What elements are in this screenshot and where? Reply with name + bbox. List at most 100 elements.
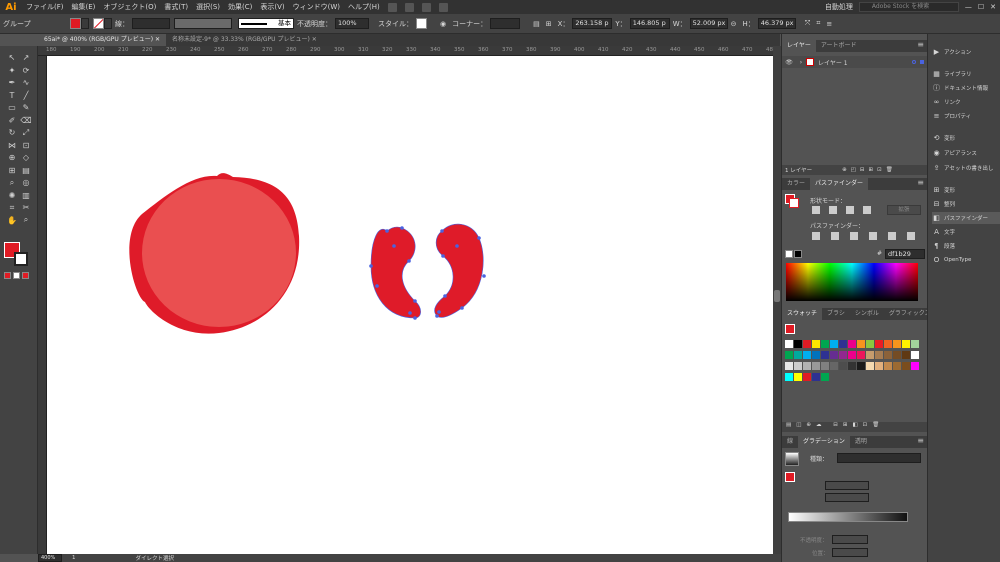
- menu-item[interactable]: ヘルプ(H): [344, 2, 384, 12]
- menu-item[interactable]: 編集(E): [68, 2, 100, 12]
- dock-item-11[interactable]: A 文字: [932, 226, 955, 238]
- brush-definition[interactable]: 基本: [238, 18, 294, 29]
- pen-tool-icon[interactable]: ✒: [6, 77, 18, 88]
- anchor-point[interactable]: [455, 244, 459, 248]
- tab-pathfinder[interactable]: パスファインダー: [810, 178, 869, 190]
- swatch[interactable]: [812, 373, 820, 381]
- swatch[interactable]: [785, 373, 793, 381]
- gradient-preview[interactable]: [785, 452, 799, 466]
- horizontal-ruler[interactable]: 180 190 200 210 220 230 240 250 260 270 280 290 300 3…: [38, 46, 773, 56]
- rectangle-tool-icon[interactable]: ▭: [6, 102, 18, 113]
- symbol-sprayer-tool-icon[interactable]: ✺: [6, 190, 18, 201]
- eraser-tool-icon[interactable]: ⌫: [20, 115, 32, 126]
- swatches-footer-icons[interactable]: ▤◫⊕☁ ⊟⊞◧⊡🗑: [782, 422, 928, 432]
- swatch[interactable]: [794, 373, 802, 381]
- swatch-fill-indicator[interactable]: [785, 324, 795, 334]
- fill-swatch[interactable]: [70, 18, 81, 29]
- zoom-field[interactable]: 400%: [38, 554, 62, 562]
- anchor-point[interactable]: [408, 311, 412, 315]
- color-mode-button[interactable]: [4, 272, 11, 279]
- scale-tool-icon[interactable]: ⤢: [20, 127, 32, 138]
- panel-menu-icon[interactable]: ≡: [917, 40, 924, 49]
- dock-item-8[interactable]: ⊞ 変形: [932, 184, 955, 196]
- anchor-point[interactable]: [441, 254, 445, 258]
- anchor-point[interactable]: [413, 299, 417, 303]
- swatch[interactable]: [794, 340, 802, 348]
- swatch[interactable]: [857, 340, 865, 348]
- swatch[interactable]: [803, 362, 811, 370]
- menu-item[interactable]: 効果(C): [224, 2, 256, 12]
- rotate-tool-icon[interactable]: ↻: [6, 127, 18, 138]
- eyedropper-tool-icon[interactable]: ⌕: [6, 177, 18, 188]
- selection-tool-icon[interactable]: ↖: [6, 52, 18, 63]
- lasso-tool-icon[interactable]: ⟳: [20, 65, 32, 76]
- anchor-point[interactable]: [482, 274, 486, 278]
- swatch[interactable]: [911, 362, 919, 370]
- recolor-icon[interactable]: ◉: [437, 20, 449, 28]
- graphic-style-swatch[interactable]: [416, 18, 427, 29]
- bridge-icon[interactable]: [387, 2, 397, 12]
- artboard-canvas[interactable]: [47, 56, 773, 554]
- minus-front-button[interactable]: [829, 206, 837, 214]
- swatch[interactable]: [821, 373, 829, 381]
- dock-item-13[interactable]: O OpenType: [932, 254, 972, 266]
- paintbrush-tool-icon[interactable]: ✎: [20, 102, 32, 113]
- dock-item-10[interactable]: ◧ パスファインダー: [932, 212, 1000, 224]
- dock-item-9[interactable]: ⊟ 整列: [932, 198, 955, 210]
- intersect-button[interactable]: [846, 206, 854, 214]
- shaper-tool-icon[interactable]: ✐: [6, 115, 18, 126]
- swatch[interactable]: [803, 351, 811, 359]
- dock-item-3[interactable]: ∞ リンク: [932, 96, 961, 108]
- gradient-fill-swatch[interactable]: [785, 472, 795, 482]
- color-stroke-swatch[interactable]: [789, 198, 799, 208]
- menu-item[interactable]: 表示(V): [256, 2, 288, 12]
- curvature-tool-icon[interactable]: ∿: [20, 77, 32, 88]
- swatch[interactable]: [911, 351, 919, 359]
- align-icon[interactable]: ▤: [530, 20, 543, 28]
- anchor-point[interactable]: [375, 284, 379, 288]
- gradient-opacity-field[interactable]: [832, 535, 868, 544]
- menu-item[interactable]: ウィンドウ(W): [289, 2, 344, 12]
- stroke-swatch[interactable]: [93, 18, 104, 29]
- stock-search-input[interactable]: Adobe Stock を検索: [858, 2, 959, 12]
- reference-point-icon[interactable]: ⊞: [543, 20, 555, 28]
- dock-item-2[interactable]: ⓘ ドキュメント情報: [932, 82, 988, 94]
- anchor-point[interactable]: [440, 229, 444, 233]
- stroke-dropdown[interactable]: [104, 18, 112, 29]
- h-field[interactable]: 46.379 px: [757, 18, 796, 29]
- selection-indicator[interactable]: [920, 60, 924, 64]
- none-mode-button[interactable]: [22, 272, 29, 279]
- swatch[interactable]: [848, 340, 856, 348]
- swatch[interactable]: [902, 362, 910, 370]
- swatch[interactable]: [821, 362, 829, 370]
- swatch[interactable]: [794, 362, 802, 370]
- toolbar-stroke-swatch[interactable]: [14, 252, 28, 266]
- tab-document-2[interactable]: 名称未設定-9* @ 33.33% (RGB/GPU プレビュー) ✕: [166, 34, 323, 46]
- crop-button[interactable]: [869, 232, 877, 240]
- corner-field[interactable]: [490, 18, 521, 29]
- panel-menu-icon[interactable]: ≡: [917, 178, 924, 187]
- merge-button[interactable]: [850, 232, 858, 240]
- swatch[interactable]: [812, 362, 820, 370]
- swatch[interactable]: [884, 362, 892, 370]
- swatch[interactable]: [812, 351, 820, 359]
- minus-back-button[interactable]: [907, 232, 915, 240]
- menu-item[interactable]: ファイル(F): [22, 2, 68, 12]
- hex-field[interactable]: df1b29: [885, 249, 925, 259]
- tab-symbols[interactable]: シンボル: [850, 308, 884, 320]
- control-menu-icon[interactable]: ≡: [823, 20, 835, 28]
- swatch[interactable]: [848, 362, 856, 370]
- transform-icon[interactable]: ⤧: [802, 19, 814, 28]
- swatch[interactable]: [830, 362, 838, 370]
- opacity-field[interactable]: 100%: [335, 18, 369, 29]
- panel-menu-icon[interactable]: ≡: [917, 436, 924, 445]
- target-icon[interactable]: [912, 60, 916, 64]
- isolate-icon[interactable]: ⌗: [813, 19, 823, 28]
- constrain-link-icon[interactable]: ⊝: [728, 20, 740, 28]
- anchor-point[interactable]: [477, 236, 481, 240]
- tab-color[interactable]: カラー: [782, 178, 810, 190]
- artboard-nav[interactable]: 1: [72, 555, 76, 561]
- swatch[interactable]: [830, 351, 838, 359]
- swatch[interactable]: [866, 362, 874, 370]
- menu-item[interactable]: 書式(T): [160, 2, 192, 12]
